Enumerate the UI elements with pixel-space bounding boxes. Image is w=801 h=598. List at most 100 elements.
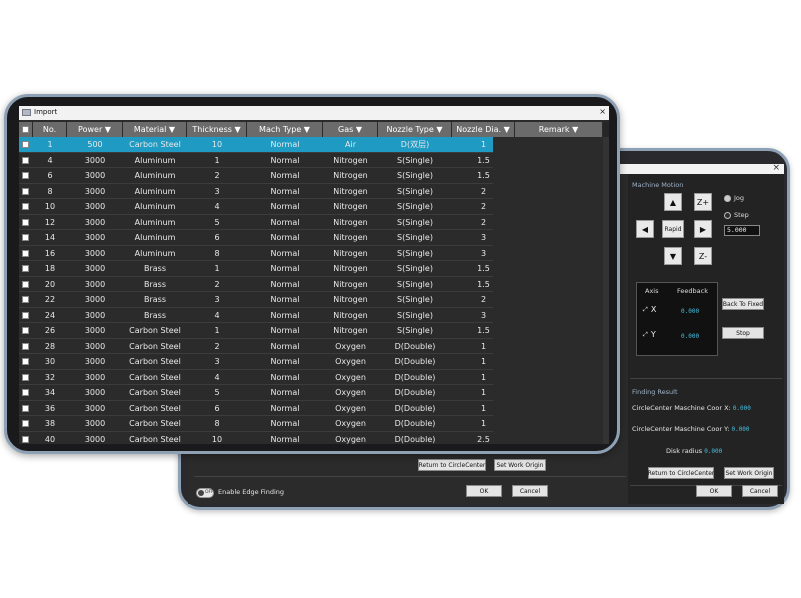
row-checkbox[interactable] xyxy=(22,141,29,148)
z-plus-button[interactable]: Z+ xyxy=(694,193,712,211)
row-checkbox[interactable] xyxy=(22,156,29,164)
table-row[interactable]: 6 3000 Aluminum 2 Normal Nitrogen S(Single) 1.5 xyxy=(19,168,493,184)
table-row[interactable]: 18 3000 Brass 1 Normal Nitrogen S(Single) 1.5 xyxy=(19,261,493,277)
cell-gas: Nitrogen xyxy=(333,171,368,180)
cell-mach-type: Normal xyxy=(270,233,300,242)
select-all-checkbox[interactable] xyxy=(22,126,29,133)
table-row[interactable]: 22 3000 Brass 3 Normal Nitrogen S(Single) 2 xyxy=(19,292,493,308)
jog-left-button[interactable]: ◀ xyxy=(636,220,654,238)
cell-material: Aluminum xyxy=(134,217,176,227)
table-row[interactable]: 12 3000 Aluminum 5 Normal Nitrogen S(Single) 2 xyxy=(19,215,493,230)
cancel-button[interactable]: Cancel xyxy=(512,485,548,497)
row-checkbox[interactable] xyxy=(22,373,29,381)
step-radio[interactable]: Step xyxy=(724,211,749,219)
table-row[interactable]: 34 3000 Carbon Steel 5 Normal Oxygen D(Double)… xyxy=(19,385,493,401)
cell-nozzle-type: S(Single) xyxy=(397,171,433,180)
z-minus-button[interactable]: Z- xyxy=(694,247,712,265)
vertical-scrollbar[interactable] xyxy=(603,137,609,444)
back-to-fixed-button[interactable]: Back To Fixed xyxy=(722,298,764,310)
jog-up-button[interactable]: ▲ xyxy=(664,193,682,211)
step-value-input[interactable]: 5.000 xyxy=(724,225,760,236)
row-checkbox[interactable] xyxy=(22,218,29,226)
header-col-material[interactable]: Material ▼ xyxy=(123,122,187,137)
row-checkbox[interactable] xyxy=(22,249,29,257)
cell-gas: Oxygen xyxy=(335,388,366,397)
jog-radio[interactable]: Jog xyxy=(724,194,744,202)
row-checkbox[interactable] xyxy=(22,187,29,195)
row-checkbox[interactable] xyxy=(22,234,29,241)
cell-material: Carbon Steel xyxy=(129,434,181,444)
row-checkbox[interactable] xyxy=(22,420,29,427)
row-checkbox[interactable] xyxy=(22,172,29,179)
row-checkbox[interactable] xyxy=(22,296,29,303)
row-checkbox[interactable] xyxy=(22,435,29,443)
cell-gas: Air xyxy=(345,140,356,149)
cell-power: 3000 xyxy=(84,248,106,258)
header-col-power[interactable]: Power ▼ xyxy=(67,122,123,137)
cell-mach-type: Normal xyxy=(270,372,300,382)
cell-no: 22 xyxy=(44,295,56,304)
table-row[interactable]: 24 3000 Brass 4 Normal Nitrogen S(Single) 3 xyxy=(19,308,493,323)
header-col-nozzle-dia[interactable]: Nozzle Dia. ▼ xyxy=(452,122,515,137)
ok-button-secondary[interactable]: OK xyxy=(696,485,732,497)
close-icon[interactable]: × xyxy=(599,107,606,116)
table-row[interactable]: 10 3000 Aluminum 4 Normal Nitrogen S(Single) 2 xyxy=(19,199,493,215)
cell-nozzle-dia: 2 xyxy=(480,217,487,227)
cell-power: 3000 xyxy=(84,186,106,196)
table-row[interactable]: 8 3000 Aluminum 3 Normal Nitrogen S(Single) 2 xyxy=(19,184,493,199)
table-row[interactable]: 28 3000 Carbon Steel 2 Normal Oxygen D(Double)… xyxy=(19,339,493,354)
table-row[interactable]: 40 3000 Carbon Steel 10 Normal Oxygen D(Double… xyxy=(19,432,493,445)
jog-right-button[interactable]: ▶ xyxy=(694,220,712,238)
return-to-circlecenter-button[interactable]: Return to CircleCenter xyxy=(418,459,486,471)
header-col-nozzle-type[interactable]: Nozzle Type ▼ xyxy=(378,122,452,137)
table-row[interactable]: 32 3000 Carbon Steel 4 Normal Oxygen D(Double)… xyxy=(19,370,493,385)
header-col-no[interactable]: No. xyxy=(33,122,67,137)
row-checkbox[interactable] xyxy=(22,280,29,288)
cell-power: 3000 xyxy=(84,372,106,382)
cell-mach-type: Normal xyxy=(270,155,300,165)
close-icon[interactable]: × xyxy=(772,164,780,173)
table-row[interactable]: 14 3000 Aluminum 6 Normal Nitrogen S(Single) 3 xyxy=(19,230,493,246)
header-col-remark[interactable]: Remark ▼ xyxy=(515,122,603,137)
row-checkbox[interactable] xyxy=(22,265,29,272)
axis-x-label: X xyxy=(650,305,657,314)
row-checkbox[interactable] xyxy=(22,358,29,365)
cell-power: 3000 xyxy=(84,341,106,351)
table-row[interactable]: 38 3000 Carbon Steel 8 Normal Oxygen D(Double)… xyxy=(19,416,493,432)
rapid-button[interactable]: Rapid xyxy=(662,220,684,238)
cell-nozzle-type: S(Single) xyxy=(397,310,433,320)
table-row[interactable]: 4 3000 Aluminum 1 Normal Nitrogen S(Single) 1.5 xyxy=(19,153,493,168)
row-checkbox[interactable] xyxy=(22,389,29,396)
set-work-origin-button-right[interactable]: Set Work Origin xyxy=(724,467,774,479)
row-checkbox[interactable] xyxy=(22,342,29,350)
cell-material: Brass xyxy=(143,295,166,304)
edge-finding-toggle[interactable]: OFF xyxy=(196,488,214,498)
set-work-origin-button[interactable]: Set Work Origin xyxy=(494,459,546,471)
cell-nozzle-type: D(Double) xyxy=(394,403,436,413)
row-checkbox[interactable] xyxy=(22,404,29,412)
cancel-button-secondary[interactable]: Cancel xyxy=(742,485,778,497)
row-checkbox[interactable] xyxy=(22,311,29,319)
axis-y-label: Y xyxy=(650,330,656,339)
table-row[interactable]: 16 3000 Aluminum 8 Normal Nitrogen S(Single) 3 xyxy=(19,246,493,261)
header-col-gas[interactable]: Gas ▼ xyxy=(323,122,378,137)
row-checkbox[interactable] xyxy=(22,203,29,210)
table-row[interactable]: 30 3000 Carbon Steel 3 Normal Oxygen D(Double)… xyxy=(19,354,493,370)
cell-no: 16 xyxy=(44,248,56,258)
table-row[interactable]: 1 500 Carbon Steel 10 Normal Air D(双层) 1 xyxy=(19,137,493,153)
cell-no: 20 xyxy=(44,279,56,289)
return-to-circlecenter-button-right[interactable]: Return to CircleCenter xyxy=(648,467,714,479)
ok-button[interactable]: OK xyxy=(466,485,502,497)
cell-thickness: 3 xyxy=(214,357,220,366)
header-col-mach-type[interactable]: Mach Type ▼ xyxy=(247,122,323,137)
table-row[interactable]: 20 3000 Brass 2 Normal Nitrogen S(Single) 1.5 xyxy=(19,277,493,292)
header-col-thickness[interactable]: Thickness ▼ xyxy=(187,122,247,137)
table-row[interactable]: 36 3000 Carbon Steel 6 Normal Oxygen D(Double)… xyxy=(19,401,493,416)
disk-radius-readout: Disk radius 0.000 xyxy=(666,447,722,455)
cell-thickness: 10 xyxy=(211,140,223,149)
table-row[interactable]: 26 3000 Carbon Steel 1 Normal Nitrogen S(Singl… xyxy=(19,323,493,339)
select-all-cell[interactable] xyxy=(19,122,33,137)
stop-button[interactable]: Stop xyxy=(722,327,764,339)
jog-down-button[interactable]: ▼ xyxy=(664,247,682,265)
row-checkbox[interactable] xyxy=(22,327,29,334)
